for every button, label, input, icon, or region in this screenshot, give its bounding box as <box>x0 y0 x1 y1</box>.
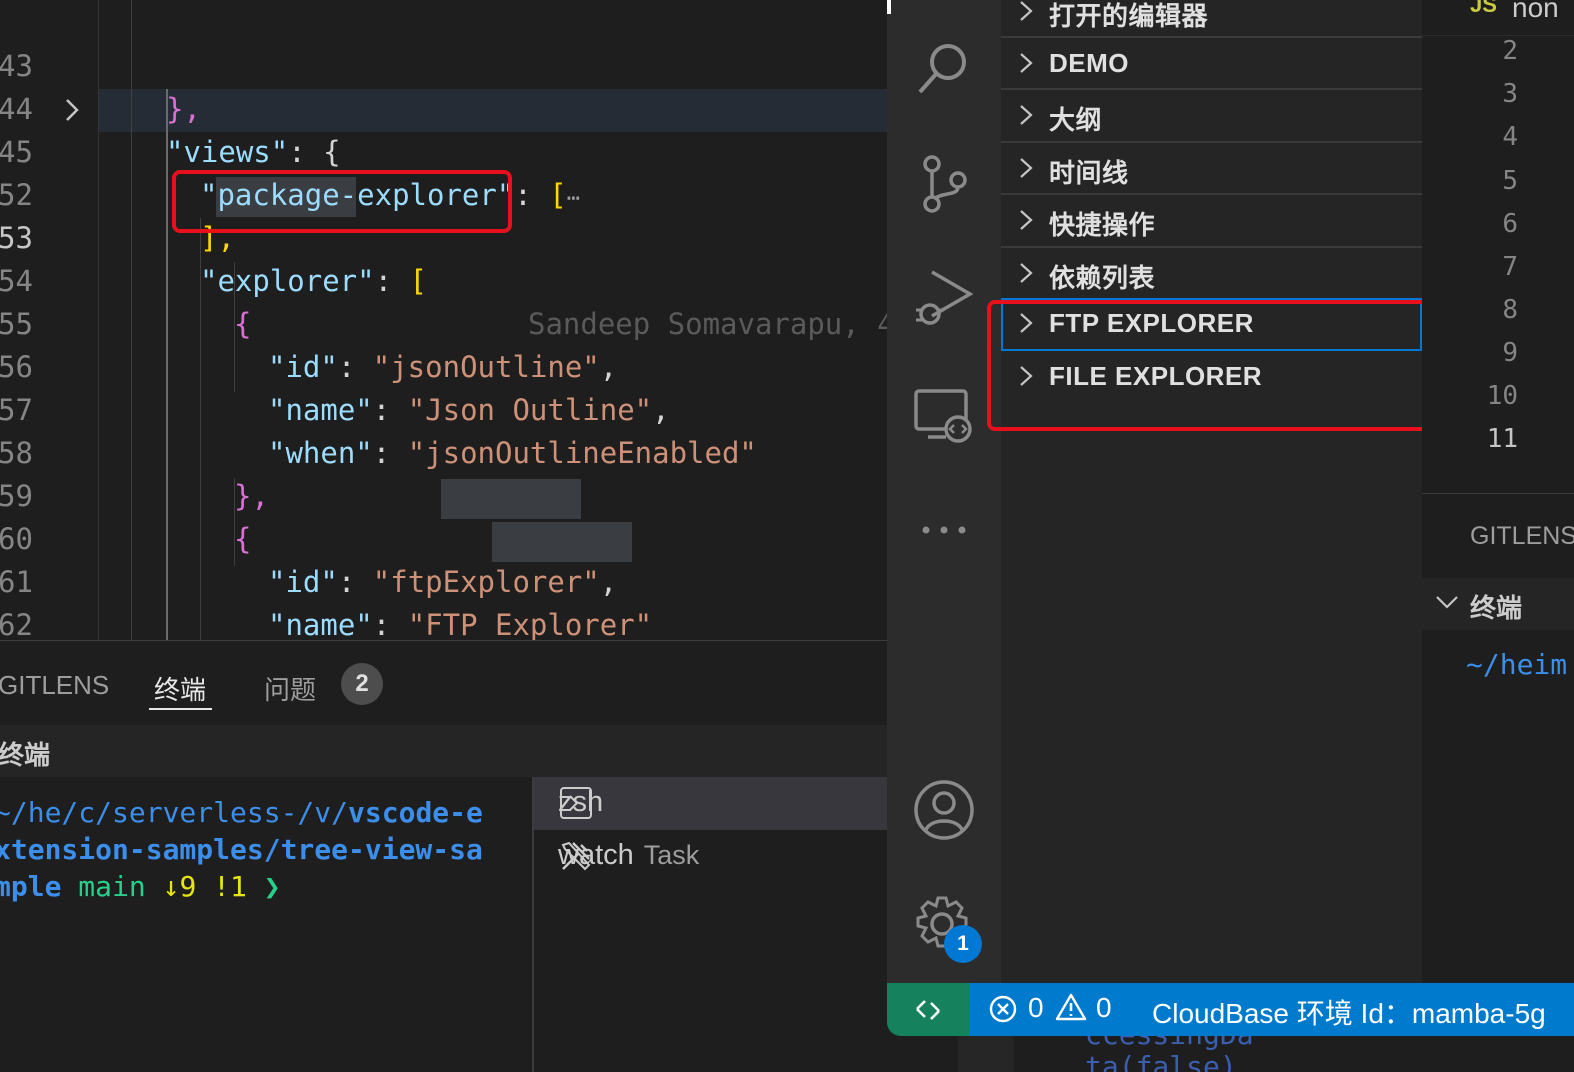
tab-gitlens[interactable]: GITLENS <box>1470 522 1574 551</box>
section-demo[interactable]: DEMO <box>1001 36 1422 88</box>
section-label: 打开的编辑器 <box>1049 1 1209 31</box>
terminal-text: vscode-e <box>348 796 483 829</box>
line-number: 7 <box>1502 252 1518 282</box>
section-timeline[interactable]: 时间线 <box>1001 141 1422 193</box>
chevron-right-icon <box>1020 53 1033 73</box>
code-line: 57 "when": "jsonOutlineEnabled" <box>0 346 887 470</box>
line-number: 10 <box>1486 381 1518 411</box>
terminal-list-item-watch[interactable]: watch Task <box>558 839 699 872</box>
background-code-text: ta(false) <box>1085 1050 1237 1072</box>
background-editor <box>958 1036 1014 1072</box>
tab-filename: non <box>1512 0 1559 23</box>
chevron-right-icon <box>1020 105 1033 125</box>
code-line: 55 "id": "jsonOutline", <box>0 260 887 384</box>
terminal-title: 终端 <box>0 740 51 770</box>
warning-count[interactable]: 0 <box>1096 992 1112 1024</box>
code-line: 44 "views": { <box>0 45 887 169</box>
terminal-text: ~/he/c/serverless-/v/ <box>0 796 349 829</box>
git-branch: main <box>61 870 163 903</box>
remote-icon <box>916 1000 940 1020</box>
code-line: 45 "package-explorer": [⋯ <box>0 88 887 212</box>
terminal-line: ~/he/c/serverless-/v/vscode-e <box>0 796 483 829</box>
terminal-name: zsh <box>558 786 604 818</box>
tab-bar-border <box>1422 35 1574 36</box>
terminal-line: xtension-samples/tree-view-sa <box>0 833 483 866</box>
tab-gitlens[interactable]: GITLENS <box>0 670 109 701</box>
settings-update-badge: 1 <box>944 925 982 963</box>
code-line: 61 "name": "FTP Explorer" <box>0 518 887 640</box>
terminal-text: mple <box>0 870 62 903</box>
problems-count-badge: 2 <box>341 663 383 705</box>
code-line: 43 }, <box>0 2 887 126</box>
active-tab-indicator <box>149 708 212 710</box>
search-icon[interactable] <box>912 36 976 100</box>
section-label: 大纲 <box>1049 105 1103 135</box>
editor-tab[interactable]: JS non <box>1422 0 1574 35</box>
line-number: 6 <box>1502 209 1518 239</box>
line-number: 8 <box>1502 295 1518 325</box>
account-icon[interactable] <box>912 778 976 842</box>
annotation-highlight-box <box>987 300 1471 431</box>
annotation-highlight-box <box>172 170 512 233</box>
panel-border <box>1422 493 1574 494</box>
terminal-header: 终端 <box>0 725 887 777</box>
error-icon[interactable] <box>988 994 1018 1024</box>
chevron-right-icon <box>1020 158 1033 178</box>
terminal-kind: Task <box>643 840 700 870</box>
section-outline[interactable]: 大纲 <box>1001 88 1422 140</box>
error-count[interactable]: 0 <box>1028 992 1044 1024</box>
cloudbase-env-status[interactable]: CloudBase 环境 Id：mamba-5g <box>1152 992 1546 1032</box>
section-dependencies[interactable]: 依赖列表 <box>1001 246 1422 298</box>
code-line: 52 ], <box>0 131 887 255</box>
line-number: 9 <box>1502 338 1518 368</box>
line-number: 2 <box>1502 36 1518 66</box>
section-label: DEMO <box>1049 48 1129 78</box>
section-label: 依赖列表 <box>1049 263 1156 293</box>
line-number: 3 <box>1502 79 1518 109</box>
window-edge-line <box>887 0 891 14</box>
source-control-icon[interactable] <box>912 152 976 216</box>
chevron-right-icon <box>1020 210 1033 230</box>
tab-problems[interactable]: 问题 <box>264 670 316 707</box>
terminal-name: watch <box>558 839 634 871</box>
more-icon[interactable] <box>912 498 976 562</box>
git-status: ↓9 !1 <box>162 870 264 903</box>
remote-explorer-icon[interactable] <box>912 385 976 449</box>
section-quick-actions[interactable]: 快捷操作 <box>1001 193 1422 245</box>
code-line: 58 }, <box>0 389 887 513</box>
code-line: 62 }, <box>0 561 887 640</box>
chevron-right-icon <box>1020 263 1033 283</box>
secondary-editor <box>1422 0 1574 983</box>
prompt-glyph: ❯ <box>263 870 281 903</box>
js-file-icon: JS <box>1470 0 1497 17</box>
tab-terminal[interactable]: 终端 <box>154 670 206 707</box>
chevron-down-icon[interactable] <box>1434 592 1460 612</box>
line-number: 5 <box>1502 166 1518 196</box>
warning-icon[interactable] <box>1055 992 1087 1022</box>
remote-indicator-button[interactable] <box>887 983 969 1036</box>
code-line: 56 "name": "Json Outline", <box>0 303 887 427</box>
code-line: 60 "id": "ftpExplorer", <box>0 475 887 599</box>
code-line: 63 { <box>0 604 887 640</box>
chevron-right-icon <box>1020 1 1033 21</box>
line-number: 4 <box>1502 122 1518 152</box>
code-line: 59 { <box>0 432 887 556</box>
section-label: 时间线 <box>1049 158 1129 188</box>
terminal-list-item-zsh[interactable]: zsh <box>558 786 603 819</box>
section-label: 快捷操作 <box>1049 210 1156 240</box>
code-editor[interactable]: 43 }, 44 "views": { 45 "package-explorer… <box>0 0 887 640</box>
terminal-text: xtension-samples/tree-view-sa <box>0 833 483 866</box>
terminal-line: mple main ↓9 !1 ❯ <box>0 870 281 903</box>
run-debug-icon[interactable] <box>912 266 976 330</box>
terminal-path: ~/heim <box>1466 648 1568 681</box>
section-open-editors[interactable]: 打开的编辑器 <box>1001 0 1422 36</box>
terminal-title: 终端 <box>1470 593 1523 623</box>
line-number: 11 <box>1486 424 1518 454</box>
